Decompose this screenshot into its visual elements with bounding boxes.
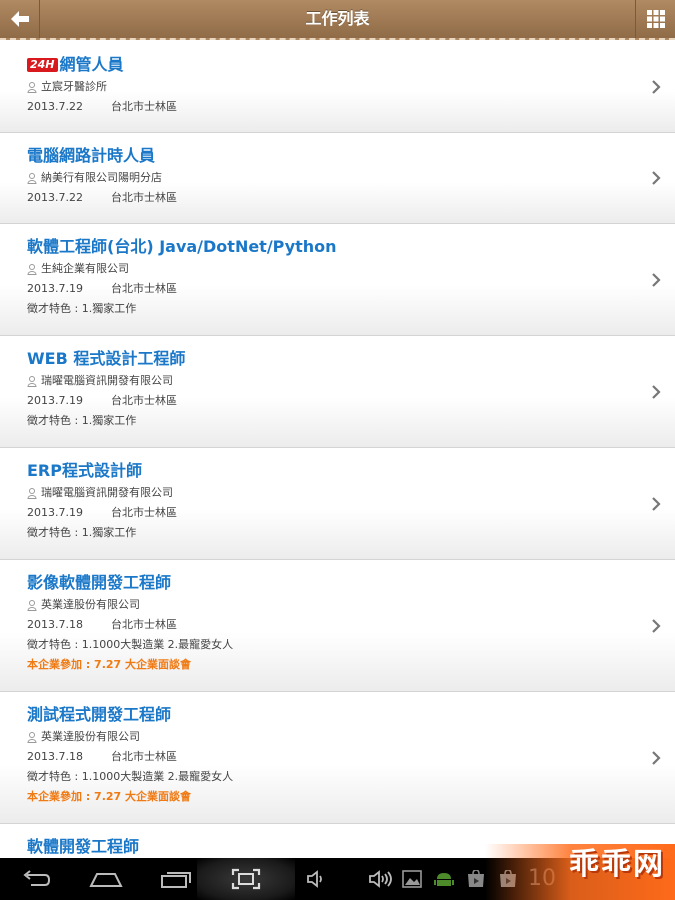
job-list-item[interactable]: 電腦網路計時人員 納美行有限公司陽明分店 2013.7.22 台北市士林區 bbox=[0, 133, 675, 224]
screenshot-icon bbox=[231, 868, 261, 890]
company-name: 立宸牙醫診所 bbox=[41, 80, 107, 93]
post-date: 2013.7.19 bbox=[27, 506, 83, 519]
job-location: 台北市士林區 bbox=[110, 282, 177, 295]
job-title-text: 網管人員 bbox=[59, 55, 124, 74]
grid-menu-icon bbox=[646, 10, 665, 28]
job-title: 24H 網管人員 bbox=[27, 54, 615, 76]
home-nav-icon bbox=[89, 873, 123, 887]
job-list-item[interactable]: 影像軟體開發工程師 英業達股份有限公司 2013.7.18 台北市士林區 徵才特色… bbox=[0, 560, 675, 692]
post-date: 2013.7.22 bbox=[27, 100, 83, 113]
recruit-feature: 徵才特色 : 1.獨家工作 bbox=[27, 526, 137, 539]
action-bar: 工作列表 bbox=[0, 0, 675, 40]
home-nav-button[interactable] bbox=[88, 866, 124, 892]
job-fair-notice: 本企業參加 : 7.27 大企業面談會 bbox=[27, 658, 192, 671]
gallery-notification[interactable] bbox=[400, 866, 424, 892]
arrow-left-icon bbox=[10, 11, 29, 27]
job-title: 測試程式開發工程師 bbox=[27, 705, 172, 724]
recruit-feature: 徵才特色 : 1.1000大製造業 2.最寵愛女人 bbox=[27, 638, 234, 651]
post-date: 2013.7.18 bbox=[27, 750, 83, 763]
job-title: WEB 程式設計工程師 bbox=[27, 349, 186, 368]
post-date: 2013.7.19 bbox=[27, 282, 83, 295]
recruit-feature: 徵才特色 : 1.1000大製造業 2.最寵愛女人 bbox=[27, 770, 234, 783]
chevron-right-icon bbox=[652, 171, 661, 185]
person-icon bbox=[27, 731, 37, 743]
job-list-item[interactable]: 軟體工程師(台北) Java/DotNet/Python 生純企業有限公司 20… bbox=[0, 224, 675, 336]
date-location-row: 2013.7.19 台北市士林區 bbox=[27, 279, 615, 299]
recruit-feature: 徵才特色 : 1.獨家工作 bbox=[27, 302, 137, 315]
chevron-right-icon bbox=[652, 80, 661, 94]
company-name: 英業達股份有限公司 bbox=[41, 730, 140, 743]
company-row: 生純企業有限公司 bbox=[27, 259, 615, 279]
company-row: 納美行有限公司陽明分店 bbox=[27, 168, 615, 188]
job-location: 台北市士林區 bbox=[110, 100, 177, 113]
play-store-icon bbox=[468, 870, 484, 887]
date-location-row: 2013.7.22 台北市士林區 bbox=[27, 97, 615, 117]
watermark-logo: 乖乖网 bbox=[569, 847, 665, 882]
back-button[interactable] bbox=[0, 0, 40, 38]
company-name: 英業達股份有限公司 bbox=[41, 598, 140, 611]
24h-badge: 24H bbox=[27, 58, 58, 72]
job-location: 台北市士林區 bbox=[110, 191, 177, 204]
watermark-banner: 乖乖网 bbox=[485, 844, 675, 900]
job-title: 軟體工程師(台北) Java/DotNet/Python bbox=[27, 237, 337, 256]
company-name: 生純企業有限公司 bbox=[41, 262, 129, 275]
chevron-right-icon bbox=[652, 618, 661, 633]
date-location-row: 2013.7.19 台北市士林區 bbox=[27, 503, 615, 523]
chevron-right-icon bbox=[652, 384, 661, 399]
post-date: 2013.7.22 bbox=[27, 191, 83, 204]
date-location-row: 2013.7.18 台北市士林區 bbox=[27, 747, 615, 767]
job-list-item[interactable]: 24H 網管人員 立宸牙醫診所 2013.7.22 台北市士林區 bbox=[0, 42, 675, 133]
job-location: 台北市士林區 bbox=[110, 394, 177, 407]
person-icon bbox=[27, 263, 37, 275]
date-location-row: 2013.7.22 台北市士林區 bbox=[27, 188, 615, 208]
android-notification-icon bbox=[434, 873, 454, 886]
android-notification[interactable] bbox=[432, 866, 456, 892]
volume-down-icon bbox=[307, 870, 322, 888]
volume-up-icon bbox=[369, 870, 392, 888]
post-date: 2013.7.18 bbox=[27, 618, 83, 631]
person-icon bbox=[27, 172, 37, 184]
company-row: 瑞曜電腦資訊開發有限公司 bbox=[27, 371, 615, 391]
job-title: 影像軟體開發工程師 bbox=[27, 573, 172, 592]
page-title: 工作列表 bbox=[305, 9, 370, 28]
person-icon bbox=[27, 599, 37, 611]
company-name: 瑞曜電腦資訊開發有限公司 bbox=[41, 486, 173, 499]
person-icon bbox=[27, 487, 37, 499]
job-fair-notice: 本企業參加 : 7.27 大企業面談會 bbox=[27, 790, 192, 803]
job-list[interactable]: 24H 網管人員 立宸牙醫診所 2013.7.22 台北市士林區 電腦網路計時人員… bbox=[0, 42, 675, 858]
back-nav-button[interactable] bbox=[18, 866, 54, 892]
job-list-item[interactable]: 測試程式開發工程師 英業達股份有限公司 2013.7.18 台北市士林區 徵才特色… bbox=[0, 692, 675, 824]
recent-apps-icon bbox=[161, 872, 191, 888]
company-row: 立宸牙醫診所 bbox=[27, 77, 615, 97]
recent-apps-button[interactable] bbox=[158, 866, 194, 892]
system-nav-bar: 10 乖乖网 bbox=[0, 844, 675, 900]
job-location: 台北市士林區 bbox=[110, 618, 177, 631]
company-row: 英業達股份有限公司 bbox=[27, 727, 615, 747]
gallery-notification-icon bbox=[402, 870, 422, 888]
job-title: 電腦網路計時人員 bbox=[27, 146, 156, 165]
date-location-row: 2013.7.19 台北市士林區 bbox=[27, 391, 615, 411]
person-icon bbox=[27, 81, 37, 93]
post-date: 2013.7.19 bbox=[27, 394, 83, 407]
back-nav-icon bbox=[23, 870, 51, 886]
grid-menu-button[interactable] bbox=[635, 0, 675, 38]
company-name: 納美行有限公司陽明分店 bbox=[41, 171, 162, 184]
job-title: ERP程式設計師 bbox=[27, 461, 142, 480]
chevron-right-icon bbox=[652, 750, 661, 765]
job-list-item[interactable]: ERP程式設計師 瑞曜電腦資訊開發有限公司 2013.7.19 台北市士林區 徵才… bbox=[0, 448, 675, 560]
chevron-right-icon bbox=[652, 272, 661, 287]
date-location-row: 2013.7.18 台北市士林區 bbox=[27, 615, 615, 635]
company-row: 英業達股份有限公司 bbox=[27, 595, 615, 615]
chevron-right-icon bbox=[652, 496, 661, 511]
job-location: 台北市士林區 bbox=[110, 506, 177, 519]
volume-down-button[interactable] bbox=[303, 866, 329, 892]
screenshot-button[interactable] bbox=[228, 866, 264, 892]
job-list-item[interactable]: WEB 程式設計工程師 瑞曜電腦資訊開發有限公司 2013.7.19 台北市士林區… bbox=[0, 336, 675, 448]
company-row: 瑞曜電腦資訊開發有限公司 bbox=[27, 483, 615, 503]
job-location: 台北市士林區 bbox=[110, 750, 177, 763]
recruit-feature: 徵才特色 : 1.獨家工作 bbox=[27, 414, 137, 427]
volume-up-button[interactable] bbox=[366, 866, 398, 892]
company-name: 瑞曜電腦資訊開發有限公司 bbox=[41, 374, 173, 387]
person-icon bbox=[27, 375, 37, 387]
